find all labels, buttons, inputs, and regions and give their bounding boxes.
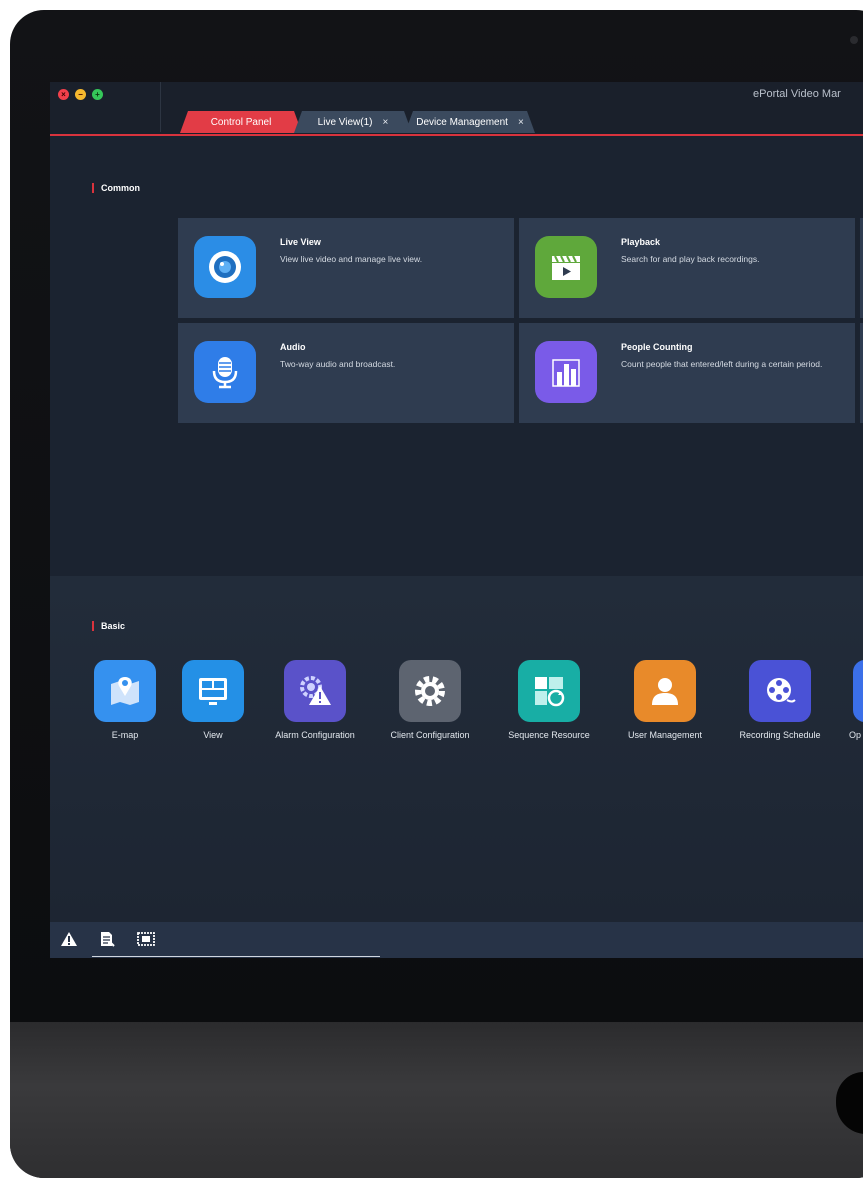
- clapperboard-icon: [535, 236, 597, 298]
- monitor-layout-icon: [182, 660, 244, 722]
- basic-item-label: User Management: [627, 730, 703, 740]
- bar-chart-icon: [535, 341, 597, 403]
- app-title: ePortal Video Mar: [753, 88, 841, 100]
- basic-item-sequence-resource[interactable]: Sequence Resource: [489, 660, 609, 740]
- camera-icon: [194, 236, 256, 298]
- tab-label: Device Management: [416, 116, 508, 128]
- gear-icon: [399, 660, 461, 722]
- card-playback[interactable]: Playback Search for and play back record…: [519, 218, 855, 318]
- basic-item-op[interactable]: Op: [793, 660, 863, 740]
- basic-item-label: Alarm Configuration: [275, 730, 355, 740]
- maximize-window-button[interactable]: +: [92, 89, 103, 100]
- camera-dot: [850, 36, 858, 44]
- map-icon: [94, 660, 156, 722]
- basic-panel: [50, 576, 863, 922]
- basic-item-label: Op: [849, 730, 862, 740]
- title-bar: × − + ePortal Video Mar Control Panel Li…: [50, 82, 863, 136]
- section-title-common: Common: [92, 183, 140, 193]
- monitor-chin: [10, 1022, 863, 1178]
- card-live-view[interactable]: Live View View live video and manage liv…: [178, 218, 514, 318]
- minimize-window-button[interactable]: −: [75, 89, 86, 100]
- operation-icon: [853, 660, 863, 722]
- app-window: × − + ePortal Video Mar Control Panel Li…: [50, 82, 863, 958]
- tab-label: Live View(1): [317, 116, 373, 128]
- status-bar: [50, 922, 863, 958]
- alarm-gear-icon: [284, 660, 346, 722]
- progress-line: [92, 956, 380, 957]
- card-title: Live View: [280, 237, 321, 247]
- tab-device-management[interactable]: Device Management ×: [405, 111, 535, 133]
- card-description: Two-way audio and broadcast.: [280, 359, 396, 369]
- tab-label: Control Panel: [210, 116, 272, 128]
- card-title: People Counting: [621, 342, 693, 352]
- close-tab-icon[interactable]: ×: [518, 117, 524, 128]
- screen-icon[interactable]: [137, 930, 155, 948]
- basic-item-label: Sequence Resource: [508, 730, 590, 740]
- basic-item-alarm-configuration[interactable]: Alarm Configuration: [255, 660, 375, 740]
- card-description: View live video and manage live view.: [280, 254, 423, 264]
- card-people-counting[interactable]: People Counting Count people that entere…: [519, 323, 855, 423]
- card-description: Count people that entered/left during a …: [621, 359, 823, 369]
- card-audio[interactable]: Audio Two-way audio and broadcast.: [178, 323, 514, 423]
- tab-live-view[interactable]: Live View(1) ×: [294, 111, 412, 133]
- card-description: Search for and play back recordings.: [621, 254, 760, 264]
- tab-control-panel[interactable]: Control Panel: [180, 111, 302, 133]
- close-tab-icon[interactable]: ×: [383, 117, 389, 128]
- close-window-button[interactable]: ×: [58, 89, 69, 100]
- log-icon[interactable]: [98, 930, 116, 948]
- card-title: Playback: [621, 237, 661, 247]
- warning-icon[interactable]: [60, 930, 78, 948]
- basic-item-label: Client Configuration: [390, 730, 470, 740]
- basic-item-client-configuration[interactable]: Client Configuration: [370, 660, 490, 740]
- sequence-icon: [518, 660, 580, 722]
- section-title-basic: Basic: [92, 621, 125, 631]
- user-icon: [634, 660, 696, 722]
- microphone-icon: [194, 341, 256, 403]
- title-divider: [160, 82, 161, 132]
- basic-item-user-management[interactable]: User Management: [605, 660, 725, 740]
- card-title: Audio: [280, 342, 306, 352]
